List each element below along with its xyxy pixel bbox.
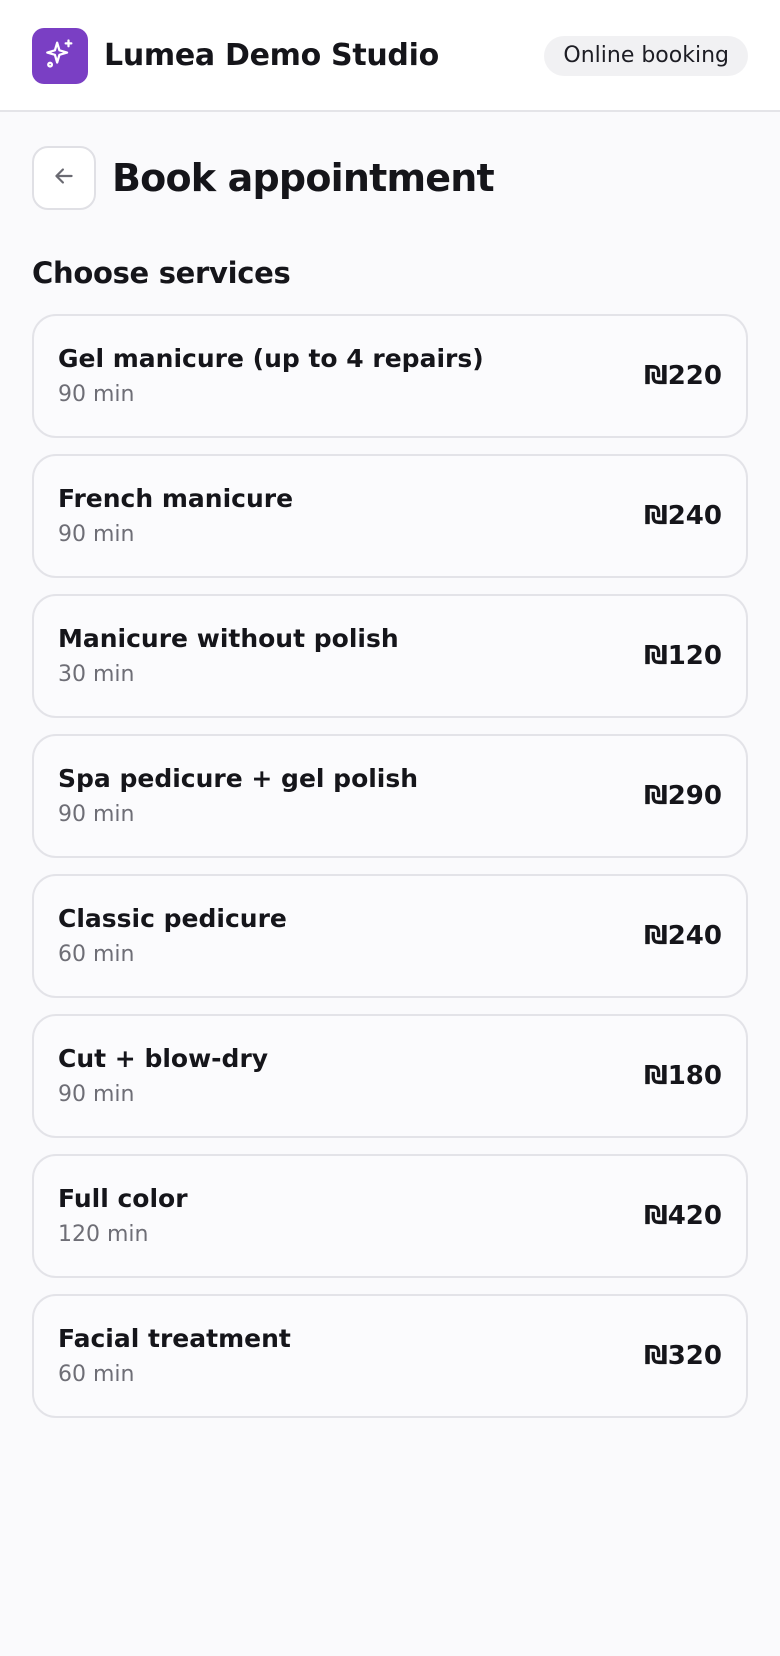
service-name: Cut + blow-dry bbox=[58, 1044, 269, 1073]
service-card[interactable]: Classic pedicure 60 min ₪240 bbox=[32, 874, 748, 998]
service-name: Spa pedicure + gel polish bbox=[58, 764, 419, 793]
service-card[interactable]: Manicure without polish 30 min ₪120 bbox=[32, 594, 748, 718]
service-name: Facial treatment bbox=[58, 1324, 291, 1353]
arrow-left-icon bbox=[51, 163, 77, 193]
service-duration: 60 min bbox=[58, 942, 135, 967]
service-duration: 90 min bbox=[58, 382, 135, 407]
section-heading: Choose services bbox=[32, 256, 291, 290]
service-name: French manicure bbox=[58, 484, 294, 513]
service-card[interactable]: Full color 120 min ₪420 bbox=[32, 1154, 748, 1278]
online-booking-badge: Online booking bbox=[544, 36, 748, 76]
service-duration: 90 min bbox=[58, 522, 135, 547]
service-price: ₪240 bbox=[644, 501, 722, 531]
service-price: ₪240 bbox=[644, 921, 722, 951]
service-name: Classic pedicure bbox=[58, 904, 287, 933]
sparkles-icon bbox=[43, 37, 77, 75]
service-duration: 60 min bbox=[58, 1362, 135, 1387]
studio-name: Lumea Demo Studio bbox=[104, 38, 439, 73]
service-price: ₪420 bbox=[644, 1201, 722, 1231]
service-price: ₪320 bbox=[644, 1341, 722, 1371]
service-list: Gel manicure (up to 4 repairs) 90 min ₪2… bbox=[32, 314, 748, 1434]
service-name: Gel manicure (up to 4 repairs) bbox=[58, 344, 484, 373]
service-price: ₪180 bbox=[644, 1061, 722, 1091]
back-button[interactable] bbox=[32, 146, 96, 210]
service-card[interactable]: Spa pedicure + gel polish 90 min ₪290 bbox=[32, 734, 748, 858]
studio-logo bbox=[32, 28, 88, 84]
service-duration: 30 min bbox=[58, 662, 135, 687]
service-duration: 120 min bbox=[58, 1222, 149, 1247]
service-card[interactable]: French manicure 90 min ₪240 bbox=[32, 454, 748, 578]
service-name: Manicure without polish bbox=[58, 624, 399, 653]
service-duration: 90 min bbox=[58, 802, 135, 827]
service-name: Full color bbox=[58, 1184, 188, 1213]
service-card[interactable]: Cut + blow-dry 90 min ₪180 bbox=[32, 1014, 748, 1138]
service-price: ₪220 bbox=[644, 361, 722, 391]
app-header: Lumea Demo Studio Online booking bbox=[0, 0, 780, 112]
page-title: Book appointment bbox=[112, 156, 495, 200]
service-price: ₪120 bbox=[644, 641, 722, 671]
service-card[interactable]: Facial treatment 60 min ₪320 bbox=[32, 1294, 748, 1418]
service-duration: 90 min bbox=[58, 1082, 135, 1107]
service-price: ₪290 bbox=[644, 781, 722, 811]
service-card[interactable]: Gel manicure (up to 4 repairs) 90 min ₪2… bbox=[32, 314, 748, 438]
